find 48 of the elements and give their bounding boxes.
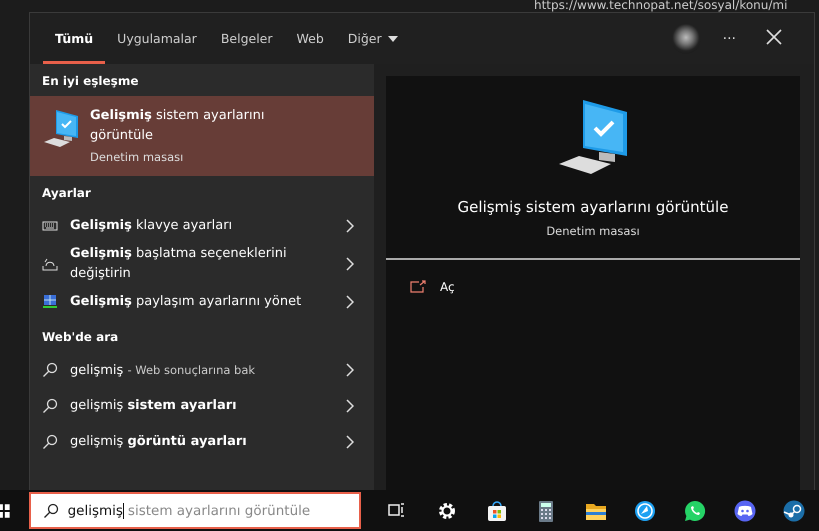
tray-icon	[42, 256, 58, 272]
result-subtitle: Denetim masası	[90, 150, 184, 164]
result-text: Gelişmiş klavye ayarları	[70, 217, 234, 235]
result-text: gelişmiş sistem ayarları	[70, 397, 238, 415]
game-controller-icon[interactable]	[734, 500, 756, 522]
tab[interactable]: Belgeler	[208, 13, 284, 64]
windows-icon[interactable]	[0, 502, 12, 518]
steam-icon[interactable]	[783, 500, 806, 522]
close-icon	[766, 28, 782, 44]
tab[interactable]: Diğer	[336, 13, 410, 64]
preview-subtitle: Denetim masası	[546, 224, 640, 238]
preview-title: Gelişmiş sistem ayarlarını görüntüle	[458, 198, 728, 216]
tab[interactable]: Uygulamalar	[105, 13, 209, 64]
search-icon	[42, 434, 58, 450]
result-item[interactable]: Gelişmiş klavye ayarları	[30, 208, 374, 244]
page-url[interactable]: https://www.technopat.net/sosyal/konu/mi	[534, 0, 788, 12]
computer-icon	[42, 108, 80, 148]
result-title: Gelişmiş sistem ayarlarını görüntüle	[90, 107, 266, 145]
result-text: Gelişmiş başlatma seçeneklerini değiştirin	[70, 245, 288, 283]
open-action[interactable]: Aç	[408, 276, 457, 298]
section-heading: En iyi eşleşme	[41, 73, 140, 90]
result-item[interactable]: gelişmiş - Web sonuçlarına bak	[30, 352, 374, 388]
open-icon	[410, 280, 426, 294]
tab[interactable]: Web	[284, 13, 336, 64]
result-text: gelişmiş - Web sonuçlarına bak	[70, 362, 256, 380]
chat-bubble-icon[interactable]	[684, 500, 706, 522]
more-button[interactable]: ···	[714, 26, 744, 50]
network-icon	[42, 294, 58, 310]
result-item[interactable]: Gelişmiş başlatma seçeneklerini değiştirin	[30, 244, 374, 284]
chevron-icon	[346, 295, 354, 309]
result-item[interactable]: Gelişmiş paylaşım ayarlarını yönet	[30, 284, 374, 320]
section-heading: Web'de ara	[41, 329, 120, 346]
search-icon	[42, 362, 58, 378]
section-heading: Ayarlar	[41, 185, 92, 202]
result-text: gelişmiş görüntü ayarları	[70, 433, 248, 451]
shopping-bag-icon[interactable]	[486, 500, 508, 522]
result-text: Gelişmiş paylaşım ayarlarını yönet	[70, 293, 302, 311]
chevron-icon	[346, 219, 354, 233]
search-field[interactable]: gelişmiş sistem ayarlarını görüntüle	[28, 492, 361, 529]
chevron-icon	[346, 435, 354, 449]
best-match-item[interactable]: Gelişmiş sistem ayarlarını görüntüle Denetim masası	[30, 96, 374, 176]
search-icon	[42, 502, 59, 518]
chevron-icon	[346, 399, 354, 413]
result-item[interactable]: gelişmiş görüntü ayarları	[30, 424, 374, 460]
search-icon	[42, 398, 58, 414]
chevron-icon	[346, 257, 354, 271]
chevron-icon	[346, 363, 354, 377]
result-item[interactable]: gelişmiş sistem ayarları	[30, 388, 374, 424]
